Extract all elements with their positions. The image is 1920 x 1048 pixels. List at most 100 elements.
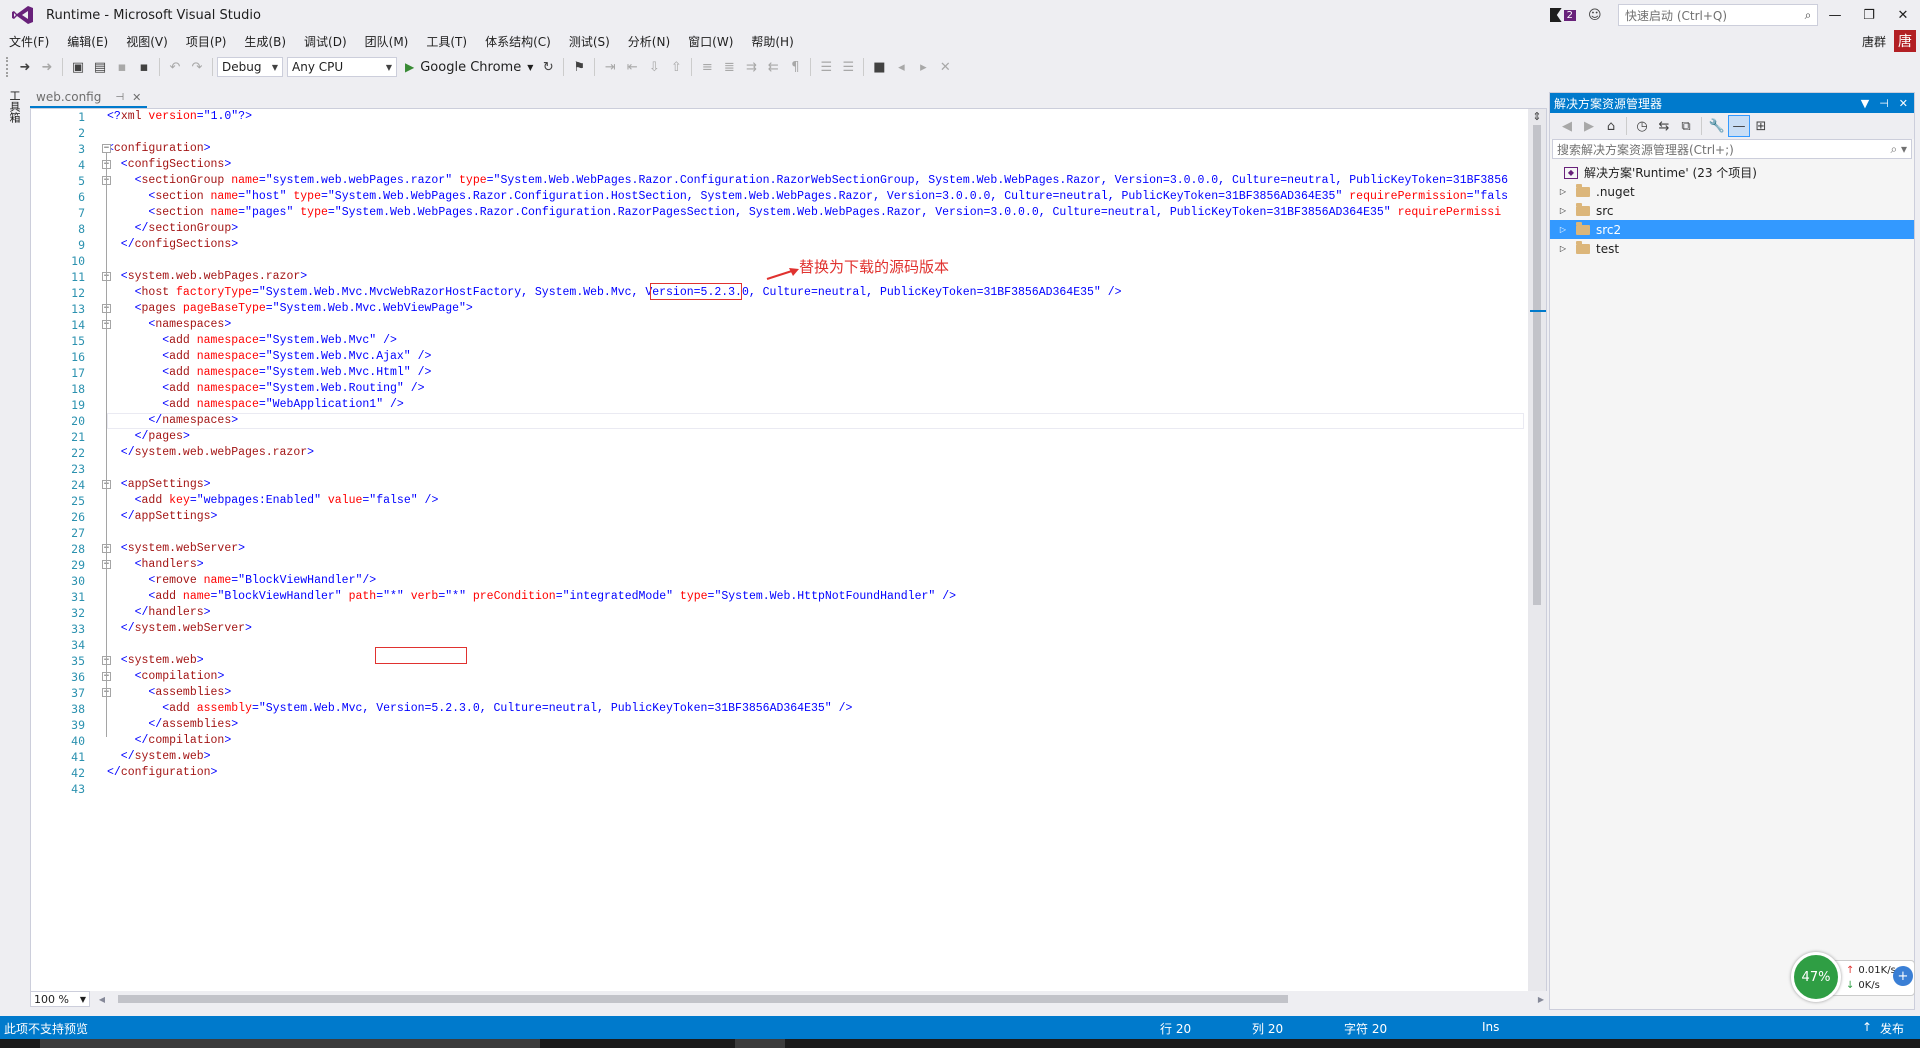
tree-item-solution[interactable]: ◆ 解决方案'Runtime' (23 个项目) — [1550, 163, 1914, 182]
indent-icon[interactable]: ⇉ — [740, 56, 762, 78]
sync-icon[interactable]: ⇆ — [1653, 115, 1675, 137]
code-line[interactable]: </assemblies> — [107, 717, 238, 733]
pin-icon[interactable]: ⊣ — [1879, 97, 1889, 110]
expand-arrow-icon[interactable]: ▷ — [1556, 187, 1570, 196]
new-project-icon[interactable]: ▣ — [67, 56, 89, 78]
code-line[interactable]: <pages pageBaseType="System.Web.Mvc.WebV… — [107, 301, 473, 317]
taskbar-item[interactable] — [735, 1039, 785, 1048]
pin-icon[interactable]: ⊣ — [115, 92, 124, 103]
menu-architecture[interactable]: 体系结构(C) — [476, 33, 560, 50]
properties-icon[interactable]: 🔧 — [1706, 115, 1728, 137]
menu-edit[interactable]: 编辑(E) — [58, 33, 117, 50]
code-line[interactable]: <remove name="BlockViewHandler"/> — [107, 573, 376, 589]
find-icon[interactable]: ⚑ — [568, 56, 590, 78]
code-line[interactable]: <section name="host" type="System.Web.We… — [107, 189, 1508, 205]
format-icon[interactable]: ¶ — [784, 56, 806, 78]
code-line[interactable]: <add namespace="System.Web.Mvc" /> — [107, 333, 397, 349]
code-line[interactable]: </handlers> — [107, 605, 211, 621]
tab-web-config[interactable]: web.config ⊣ ✕ — [30, 88, 148, 108]
code-line[interactable]: <add namespace="System.Web.Mvc.Ajax" /> — [107, 349, 431, 365]
code-line[interactable]: <handlers> — [107, 557, 204, 573]
menu-test[interactable]: 测试(S) — [560, 33, 619, 50]
expand-arrow-icon[interactable]: ▷ — [1556, 206, 1570, 215]
code-line[interactable]: <add namespace="WebApplication1" /> — [107, 397, 404, 413]
open-file-icon[interactable]: ▤ — [89, 56, 111, 78]
save-icon[interactable]: ▪ — [111, 56, 133, 78]
notifications-button[interactable]: 2 — [1549, 8, 1576, 22]
feedback-icon[interactable]: ☺ — [1588, 8, 1604, 23]
scrollbar-thumb[interactable] — [1533, 125, 1541, 605]
outdent-icon[interactable]: ⇇ — [762, 56, 784, 78]
code-line[interactable]: <add name="BlockViewHandler" path="*" ve… — [107, 589, 956, 605]
code-line[interactable]: <compilation> — [107, 669, 225, 685]
memory-gauge[interactable]: 47% — [1791, 952, 1841, 1002]
taskbar-item[interactable] — [40, 1039, 540, 1048]
code-line[interactable]: </namespaces> — [107, 413, 238, 429]
expand-arrow-icon[interactable]: ▷ — [1556, 225, 1570, 234]
scroll-right-icon[interactable]: ▶ — [1535, 995, 1547, 1004]
code-line[interactable]: </sectionGroup> — [107, 221, 239, 237]
publish-button[interactable]: 发布 — [1880, 1020, 1904, 1037]
collapse-all-icon[interactable]: ⧉ — [1675, 115, 1697, 137]
code-line[interactable]: <host factoryType="System.Web.Mvc.MvcWeb… — [107, 285, 1122, 301]
step-icon[interactable]: ⇥ — [599, 56, 621, 78]
code-line[interactable]: </system.web> — [107, 749, 211, 765]
tree-item-folder-selected[interactable]: ▷ src2 — [1550, 220, 1914, 239]
undo-icon[interactable]: ↶ — [164, 56, 186, 78]
scrollbar-thumb[interactable] — [118, 995, 1288, 1003]
run-button[interactable]: ▶ Google Chrome ▼ — [401, 56, 537, 78]
clear-bookmarks-icon[interactable]: ✕ — [934, 56, 956, 78]
tree-item-folder[interactable]: ▷ src — [1550, 201, 1914, 220]
step-over-icon[interactable]: ⇤ — [621, 56, 643, 78]
menu-debug[interactable]: 调试(D) — [295, 33, 356, 50]
code-line[interactable]: <assemblies> — [107, 685, 231, 701]
zoom-select[interactable]: 100 % ▼ — [30, 991, 90, 1007]
align-right-icon[interactable]: ☰ — [837, 56, 859, 78]
split-window-icon[interactable]: ⇕ — [1530, 111, 1544, 123]
code-line[interactable]: <system.webServer> — [107, 541, 245, 557]
forward-icon[interactable]: ▶ — [1578, 115, 1600, 137]
minimize-button[interactable]: — — [1818, 0, 1852, 30]
menu-view[interactable]: 视图(V) — [117, 33, 177, 50]
uncomment-icon[interactable]: ≣ — [718, 56, 740, 78]
network-monitor-widget[interactable]: ↑ 0.01K/s ↓ 0K/s 47% + — [1791, 952, 1915, 1002]
code-line[interactable]: <section name="pages" type="System.Web.W… — [107, 205, 1501, 221]
menu-analyze[interactable]: 分析(N) — [619, 33, 679, 50]
pending-changes-icon[interactable]: ◷ — [1631, 115, 1653, 137]
code-line[interactable]: <add namespace="System.Web.Mvc.Html" /> — [107, 365, 431, 381]
user-name[interactable]: 唐群 — [1862, 33, 1886, 50]
show-all-files-icon[interactable]: — — [1728, 115, 1750, 137]
code-line[interactable]: </system.web.webPages.razor> — [107, 445, 314, 461]
maximize-button[interactable]: ❐ — [1852, 0, 1886, 30]
refresh-icon[interactable]: ↻ — [537, 56, 559, 78]
horizontal-scrollbar[interactable]: ◀ ▶ — [96, 991, 1547, 1007]
align-left-icon[interactable]: ☰ — [815, 56, 837, 78]
toolbox-tab[interactable]: 工具箱 — [8, 90, 22, 123]
code-line[interactable]: </configSections> — [107, 237, 238, 253]
code-line[interactable]: <configSections> — [107, 157, 231, 173]
code-line[interactable]: <appSettings> — [107, 477, 211, 493]
vertical-scrollbar[interactable]: ⇕ — [1528, 109, 1546, 994]
menu-tools[interactable]: 工具(T) — [417, 33, 476, 50]
redo-icon[interactable]: ↷ — [186, 56, 208, 78]
step-into-icon[interactable]: ⇩ — [643, 56, 665, 78]
scroll-left-icon[interactable]: ◀ — [96, 995, 108, 1004]
code-line[interactable]: <add assembly="System.Web.Mvc, Version=5… — [107, 701, 852, 717]
quick-launch-input[interactable]: 快速启动 (Ctrl+Q) ⌕ — [1618, 4, 1818, 26]
code-line[interactable]: </pages> — [107, 429, 190, 445]
prev-bookmark-icon[interactable]: ◂ — [890, 56, 912, 78]
code-line[interactable]: </configuration> — [107, 765, 217, 781]
back-icon[interactable]: ➜ — [14, 56, 36, 78]
close-button[interactable]: ✕ — [1886, 0, 1920, 30]
comment-icon[interactable]: ≡ — [696, 56, 718, 78]
bookmark-icon[interactable]: ■ — [868, 56, 890, 78]
home-icon[interactable]: ⌂ — [1600, 115, 1622, 137]
code-line[interactable]: <system.web.webPages.razor> — [107, 269, 307, 285]
menu-help[interactable]: 帮助(H) — [742, 33, 802, 50]
publish-icon[interactable]: ↑ — [1862, 1020, 1872, 1034]
menu-window[interactable]: 窗口(W) — [679, 33, 742, 50]
save-all-icon[interactable]: ▪ — [133, 56, 155, 78]
code-line[interactable]: </system.webServer> — [107, 621, 252, 637]
forward-icon[interactable]: ➜ — [36, 56, 58, 78]
toolbar-grip[interactable] — [6, 57, 10, 77]
